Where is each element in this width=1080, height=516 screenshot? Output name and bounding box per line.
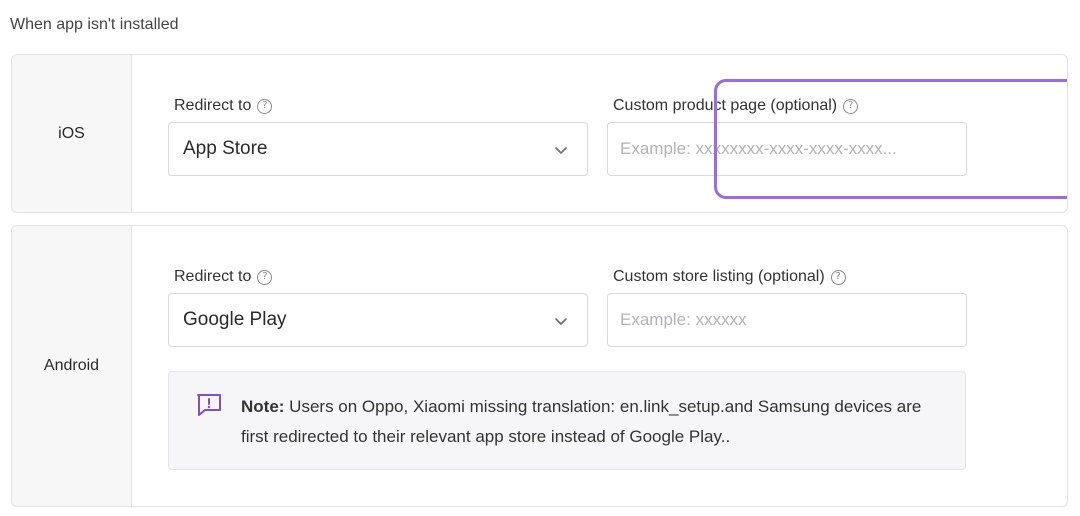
chevron-down-icon (555, 318, 567, 325)
android-custom-label: Custom store listing (optional) (613, 268, 825, 285)
question-circle-icon[interactable]: ? (257, 98, 273, 114)
android-card: Android Redirect to ? Google Play Custom… (11, 225, 1068, 507)
android-redirect-label: Redirect to (174, 268, 252, 285)
ios-card-body: Redirect to ? App Store Custom product p… (132, 55, 1067, 212)
ios-redirect-select[interactable]: App Store (168, 122, 588, 176)
android-custom-label-row: Custom store listing (optional) ? (613, 268, 846, 286)
ios-redirect-label: Redirect to (174, 97, 252, 114)
ios-custom-label: Custom product page (optional) (613, 97, 838, 114)
android-redirect-select[interactable]: Google Play (168, 293, 588, 347)
android-redirect-value: Google Play (183, 309, 287, 330)
ios-custom-label-row: Custom product page (optional) ? (613, 97, 859, 115)
custom-product-page-input[interactable] (607, 122, 967, 176)
ios-redirect-value: App Store (183, 138, 268, 159)
message-alert-icon (197, 394, 221, 416)
android-card-body: Redirect to ? Google Play Custom store l… (132, 226, 1067, 506)
platform-label-android: Android (12, 226, 132, 506)
note-bold-label: Note: (241, 397, 285, 416)
platform-label-ios: iOS (12, 55, 132, 212)
question-circle-icon[interactable]: ? (843, 98, 859, 114)
note-text: Note: Users on Oppo, Xiaomi missing tran… (241, 397, 921, 446)
note-body: Users on Oppo, Xiaomi missing translatio… (241, 397, 922, 446)
question-circle-icon[interactable]: ? (257, 269, 273, 285)
question-circle-icon[interactable]: ? (830, 269, 846, 285)
section-title: When app isn't installed (10, 16, 179, 33)
ios-card: iOS Redirect to ? App Store Custom produ… (11, 54, 1068, 213)
android-redirect-label-row: Redirect to ? (174, 268, 273, 286)
custom-store-listing-input[interactable] (607, 293, 967, 347)
chevron-down-icon (555, 147, 567, 154)
note-box: Note: Users on Oppo, Xiaomi missing tran… (168, 371, 966, 470)
ios-redirect-label-row: Redirect to ? (174, 97, 273, 115)
